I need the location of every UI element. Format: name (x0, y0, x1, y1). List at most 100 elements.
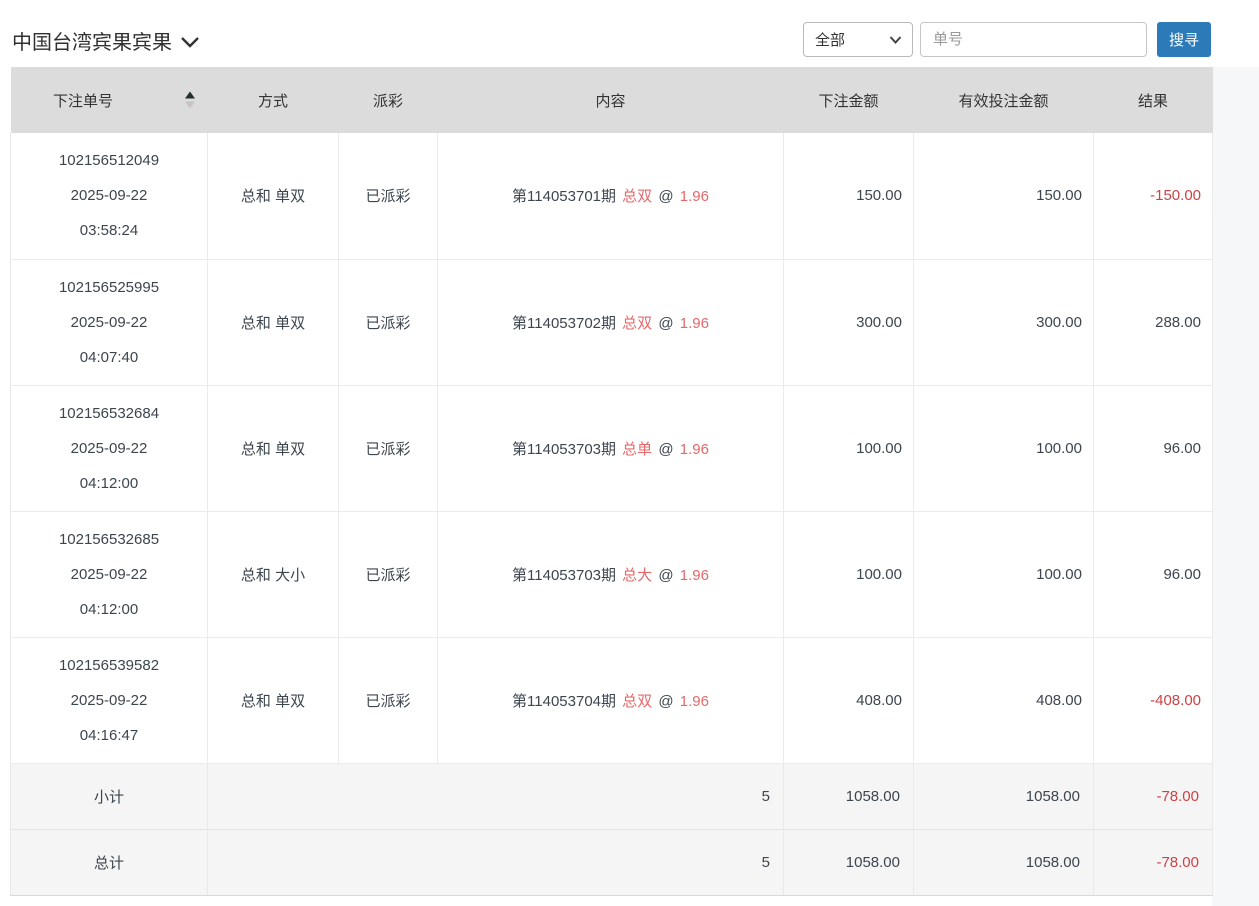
valid-amount-cell: 408.00 (914, 637, 1094, 763)
sort-desc-icon (185, 102, 195, 109)
valid-amount-cell: 300.00 (914, 259, 1094, 385)
method-cell: 总和 单双 (208, 259, 339, 385)
bet-date: 2025-09-22 (11, 683, 207, 718)
result-cell: 96.00 (1094, 385, 1213, 511)
at-symbol: @ (658, 567, 673, 584)
payout-cell: 已派彩 (339, 637, 438, 763)
bet-amount-cell: 408.00 (784, 637, 914, 763)
subtotal-row: 小计 5 1058.00 1058.00 -78.00 (11, 763, 1213, 829)
category-select-value: 全部 (815, 29, 845, 50)
total-valid-amount: 1058.00 (914, 829, 1094, 895)
payout-cell: 已派彩 (339, 259, 438, 385)
bet-amount-cell: 300.00 (784, 259, 914, 385)
content-cell: 第114053704期 总双 @ 1.96 (438, 637, 784, 763)
odds-text: 1.96 (680, 315, 709, 332)
bet-time: 04:12:00 (11, 466, 207, 501)
odds-text: 1.96 (680, 188, 709, 205)
valid-amount-cell: 150.00 (914, 133, 1094, 259)
bet-time: 04:12:00 (11, 592, 207, 627)
page-background-strip (1212, 67, 1259, 906)
pick-text: 总单 (622, 441, 652, 458)
bet-date: 2025-09-22 (11, 305, 207, 340)
period-text: 第114053703期 (512, 441, 616, 458)
page-title: 中国台湾宾果宾果 (12, 26, 172, 55)
valid-amount-cell: 100.00 (914, 385, 1094, 511)
column-header-bet-id[interactable]: 下注单号 (11, 67, 208, 133)
total-row: 总计 5 1058.00 1058.00 -78.00 (11, 829, 1213, 895)
subtotal-count: 5 (208, 763, 784, 829)
column-header-bet-amount: 下注金额 (784, 67, 914, 133)
bet-id-cell: 102156532685 2025-09-22 04:12:00 (11, 511, 208, 637)
order-number-input[interactable] (920, 22, 1147, 57)
result-cell: -150.00 (1094, 133, 1213, 259)
total-bet-amount: 1058.00 (784, 829, 914, 895)
bet-date: 2025-09-22 (11, 431, 207, 466)
subtotal-valid-amount: 1058.00 (914, 763, 1094, 829)
page: 中国台湾宾果宾果 全部 搜寻 下注单号 (0, 0, 1259, 906)
content-cell: 第114053702期 总双 @ 1.96 (438, 259, 784, 385)
bet-date: 2025-09-22 (11, 178, 207, 213)
subtotal-result: -78.00 (1094, 763, 1213, 829)
at-symbol: @ (658, 315, 673, 332)
bets-table: 下注单号 方式 派彩 内容 下注金额 有效投注金额 结果 10215651204… (10, 67, 1213, 896)
odds-text: 1.96 (680, 567, 709, 584)
column-header-valid-amount: 有效投注金额 (914, 67, 1094, 133)
bet-time: 04:07:40 (11, 340, 207, 375)
column-header-payout: 派彩 (339, 67, 438, 133)
total-count: 5 (208, 829, 784, 895)
result-cell: 96.00 (1094, 511, 1213, 637)
bet-id: 102156539582 (11, 648, 207, 683)
bet-id-cell: 102156525995 2025-09-22 04:07:40 (11, 259, 208, 385)
bet-amount-cell: 100.00 (784, 511, 914, 637)
at-symbol: @ (658, 441, 673, 458)
bet-date: 2025-09-22 (11, 557, 207, 592)
payout-cell: 已派彩 (339, 385, 438, 511)
result-cell: -408.00 (1094, 637, 1213, 763)
chevron-down-icon (180, 31, 200, 54)
valid-amount-cell: 100.00 (914, 511, 1094, 637)
column-header-method: 方式 (208, 67, 339, 133)
bet-time: 03:58:24 (11, 213, 207, 248)
sort-icons[interactable] (185, 92, 195, 109)
table-row: 102156532684 2025-09-22 04:12:00 总和 单双 已… (11, 385, 1213, 511)
bet-id: 102156532685 (11, 522, 207, 557)
pick-text: 总双 (622, 315, 652, 332)
method-cell: 总和 大小 (208, 511, 339, 637)
table-row: 102156525995 2025-09-22 04:07:40 总和 单双 已… (11, 259, 1213, 385)
subtotal-bet-amount: 1058.00 (784, 763, 914, 829)
bet-id: 102156525995 (11, 270, 207, 305)
total-result: -78.00 (1094, 829, 1213, 895)
pick-text: 总双 (622, 693, 652, 710)
pick-text: 总大 (622, 567, 652, 584)
search-button[interactable]: 搜寻 (1157, 22, 1211, 57)
method-cell: 总和 单双 (208, 385, 339, 511)
column-header-result: 结果 (1094, 67, 1213, 133)
content-cell: 第114053703期 总单 @ 1.96 (438, 385, 784, 511)
bet-id-cell: 102156512049 2025-09-22 03:58:24 (11, 133, 208, 259)
payout-cell: 已派彩 (339, 133, 438, 259)
at-symbol: @ (658, 693, 673, 710)
bet-id-cell: 102156539582 2025-09-22 04:16:47 (11, 637, 208, 763)
bet-id: 102156532684 (11, 396, 207, 431)
method-cell: 总和 单双 (208, 637, 339, 763)
select-chevron-icon (889, 31, 902, 48)
content-cell: 第114053703期 总大 @ 1.96 (438, 511, 784, 637)
bet-id-cell: 102156532684 2025-09-22 04:12:00 (11, 385, 208, 511)
period-text: 第114053703期 (512, 567, 616, 584)
table-row: 102156539582 2025-09-22 04:16:47 总和 单双 已… (11, 637, 1213, 763)
content-cell: 第114053701期 总双 @ 1.96 (438, 133, 784, 259)
period-text: 第114053702期 (512, 315, 616, 332)
period-text: 第114053701期 (512, 188, 616, 205)
table-row: 102156512049 2025-09-22 03:58:24 总和 单双 已… (11, 133, 1213, 259)
method-cell: 总和 单双 (208, 133, 339, 259)
bet-amount-cell: 100.00 (784, 385, 914, 511)
odds-text: 1.96 (680, 693, 709, 710)
pick-text: 总双 (622, 188, 652, 205)
lottery-title-dropdown[interactable]: 中国台湾宾果宾果 (12, 26, 200, 55)
odds-text: 1.96 (680, 441, 709, 458)
category-select[interactable]: 全部 (803, 22, 913, 57)
sort-asc-icon (185, 92, 195, 99)
bet-time: 04:16:47 (11, 718, 207, 753)
period-text: 第114053704期 (512, 693, 616, 710)
table-row: 102156532685 2025-09-22 04:12:00 总和 大小 已… (11, 511, 1213, 637)
